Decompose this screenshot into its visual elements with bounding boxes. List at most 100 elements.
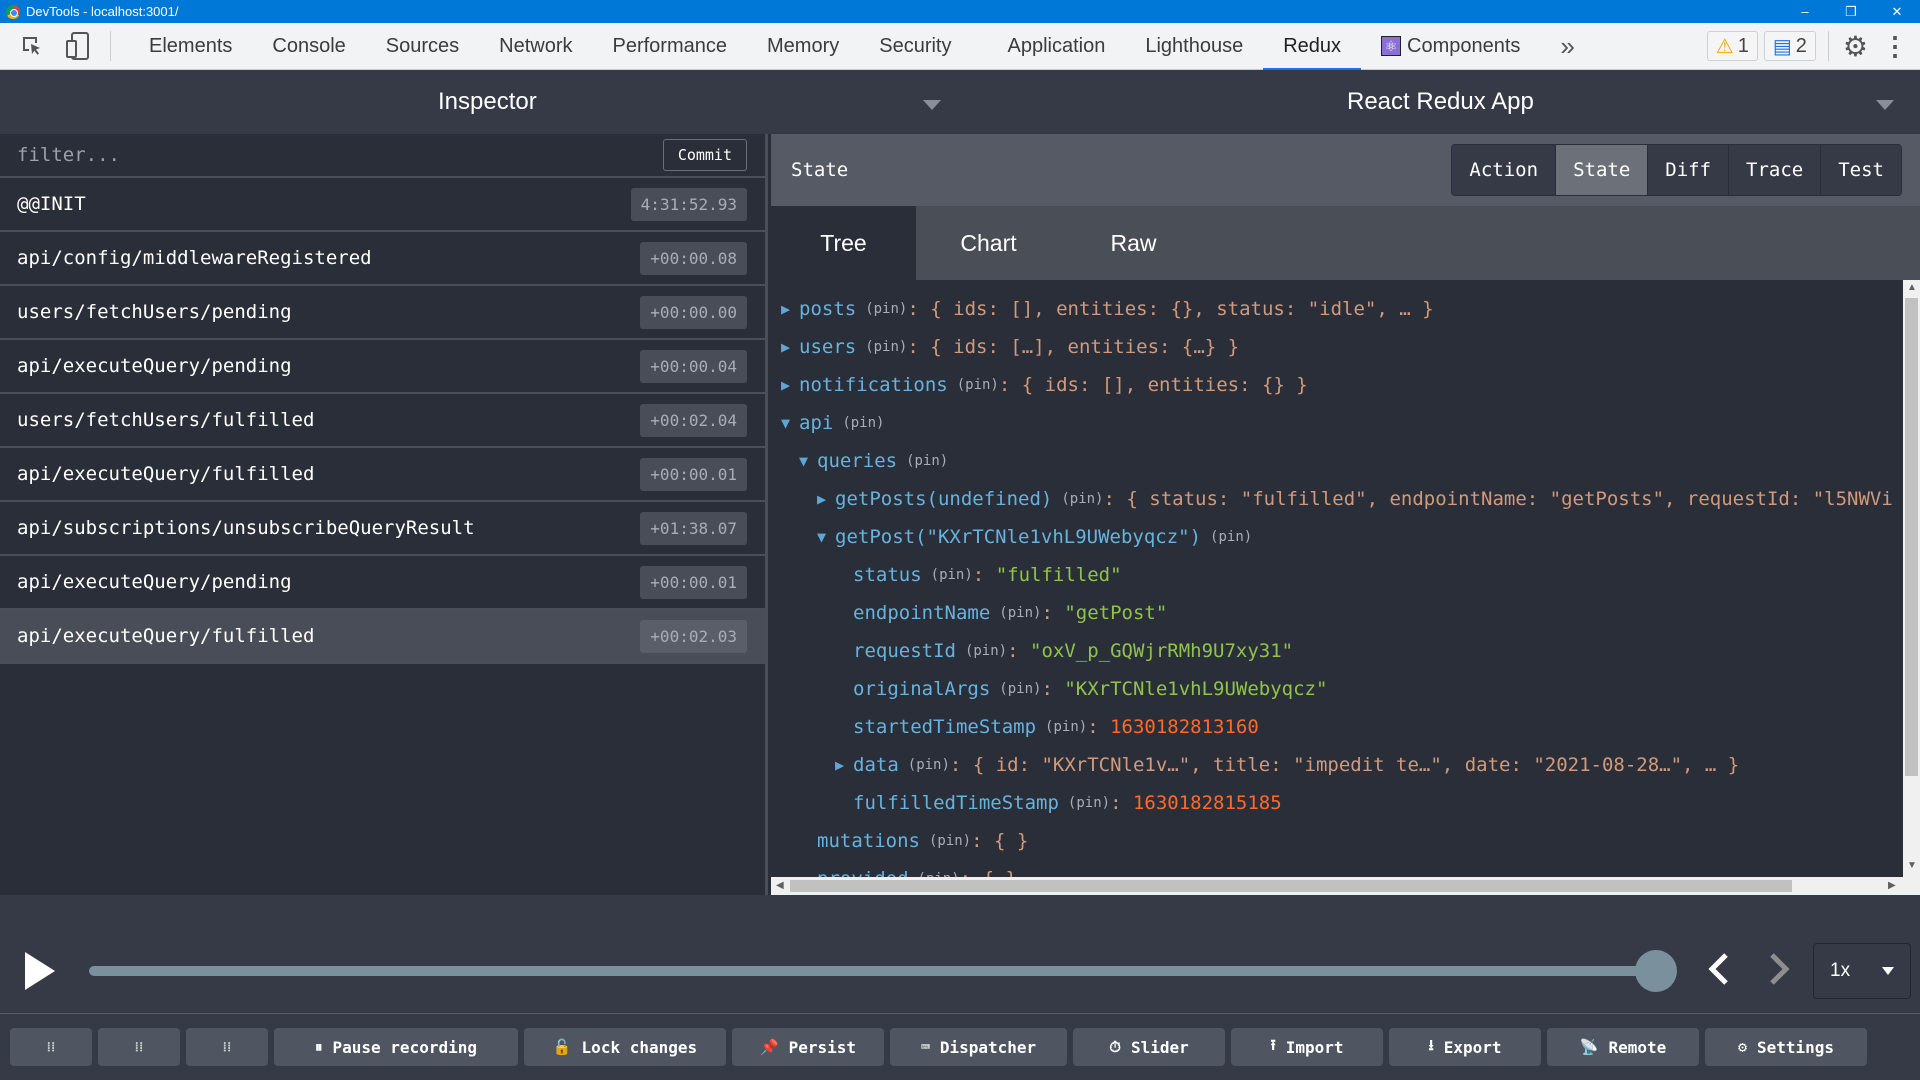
pin-link[interactable]: (pin): [906, 453, 948, 469]
tree-node[interactable]: ▶ getPosts(undefined) (pin): { status: "fu…: [771, 480, 1903, 518]
dock-right-button[interactable]: ⁞⁞: [98, 1028, 180, 1066]
tab-components[interactable]: ⚛ Components: [1361, 23, 1540, 70]
tab-security[interactable]: Security: [859, 23, 987, 70]
tab-diff[interactable]: Diff: [1647, 145, 1729, 195]
scroll-left-icon[interactable]: ◀: [776, 880, 784, 891]
action-list-item[interactable]: api/executeQuery/pending +00:00.04: [0, 340, 765, 394]
more-tabs-button[interactable]: »: [1540, 23, 1594, 70]
close-button[interactable]: ✕: [1874, 4, 1920, 20]
action-list-item[interactable]: api/config/middlewareRegistered +00:00.08: [0, 232, 765, 286]
tab-application[interactable]: Application: [987, 23, 1125, 70]
tab-test[interactable]: Test: [1820, 145, 1901, 195]
tree-node[interactable]: ▶ posts (pin): { ids: [], entities: {}, st…: [771, 290, 1903, 328]
next-action-button[interactable]: [1768, 951, 1792, 996]
scroll-down-icon[interactable]: ▼: [1907, 860, 1917, 871]
collapse-arrow-icon[interactable]: ▼: [799, 452, 817, 470]
import-button[interactable]: ⭱ Import: [1231, 1028, 1383, 1066]
tab-sources[interactable]: Sources: [366, 23, 479, 70]
playback-speed-select[interactable]: 1x: [1813, 943, 1911, 999]
action-list-item[interactable]: users/fetchUsers/pending +00:00.00: [0, 286, 765, 340]
horizontal-scrollbar[interactable]: ◀ ▶: [771, 877, 1903, 895]
messages-badge[interactable]: ▤ 2: [1763, 31, 1816, 61]
more-options-icon[interactable]: ⋮: [1882, 31, 1908, 62]
warnings-badge[interactable]: ⚠ 1: [1706, 31, 1758, 61]
vertical-scroll-thumb[interactable]: [1905, 298, 1918, 776]
slider-button[interactable]: ⏱ Slider: [1073, 1028, 1225, 1066]
minimize-button[interactable]: –: [1782, 4, 1828, 20]
pin-link[interactable]: (pin): [908, 757, 950, 773]
tab-state[interactable]: State: [1555, 145, 1648, 195]
tree-node[interactable]: ▼ getPost("KXrTCNle1vhL9UWebyqcz") (pin): [771, 518, 1903, 556]
tab-network[interactable]: Network: [479, 23, 592, 70]
expand-arrow-icon[interactable]: ▶: [781, 376, 799, 394]
tree-node[interactable]: ▶ notifications (pin): { ids: [], entities…: [771, 366, 1903, 404]
pin-link[interactable]: (pin): [1045, 719, 1087, 735]
device-toolbar-button[interactable]: [64, 32, 92, 60]
inspector-select-caret-icon[interactable]: [923, 100, 941, 110]
tab-chart[interactable]: Chart: [916, 206, 1061, 280]
pin-link[interactable]: (pin): [1210, 529, 1252, 545]
tab-raw[interactable]: Raw: [1061, 206, 1206, 280]
scroll-right-icon[interactable]: ▶: [1888, 880, 1896, 891]
tab-action[interactable]: Action: [1452, 145, 1556, 195]
restore-button[interactable]: ❐: [1828, 4, 1874, 20]
action-list-item[interactable]: api/executeQuery/fulfilled +00:02.03: [0, 610, 765, 664]
pin-link[interactable]: (pin): [999, 681, 1041, 697]
tab-performance[interactable]: Performance: [593, 23, 748, 70]
tab-memory[interactable]: Memory: [747, 23, 859, 70]
tree-node[interactable]: ▶ data (pin): { id: "KXrTCNle1v…", title: …: [771, 746, 1903, 784]
instance-select-caret-icon[interactable]: [1876, 100, 1894, 110]
commit-button[interactable]: Commit: [662, 139, 747, 171]
collapse-arrow-icon[interactable]: ▼: [817, 528, 835, 546]
tree-node[interactable]: ▼ queries (pin): [771, 442, 1903, 480]
dispatcher-button[interactable]: ⌨ Dispatcher: [890, 1028, 1067, 1066]
tab-tree[interactable]: Tree: [771, 206, 916, 280]
tab-console[interactable]: Console: [252, 23, 365, 70]
action-list-item[interactable]: api/subscriptions/unsubscribeQueryResult…: [0, 502, 765, 556]
pin-link[interactable]: (pin): [1068, 795, 1110, 811]
pin-link[interactable]: (pin): [999, 605, 1041, 621]
pin-link[interactable]: (pin): [865, 339, 907, 355]
play-icon[interactable]: [25, 952, 55, 990]
expand-arrow-icon[interactable]: ▶: [781, 338, 799, 356]
action-list-item[interactable]: api/executeQuery/pending +00:00.01: [0, 556, 765, 610]
export-button[interactable]: ⭳ Export: [1389, 1028, 1541, 1066]
tree-node[interactable]: ▼ api (pin): [771, 404, 1903, 442]
pin-link[interactable]: (pin): [931, 567, 973, 583]
expand-arrow-icon[interactable]: ▶: [835, 756, 853, 774]
tab-lighthouse[interactable]: Lighthouse: [1125, 23, 1263, 70]
dock-bottom-button[interactable]: ⁞⁞: [186, 1028, 268, 1066]
slider-track[interactable]: [89, 966, 1656, 976]
pin-link[interactable]: (pin): [965, 643, 1007, 659]
collapse-arrow-icon[interactable]: ▼: [781, 414, 799, 432]
settings-button[interactable]: ⚙ Settings: [1705, 1028, 1867, 1066]
action-list-item[interactable]: @@INIT 4:31:52.93: [0, 178, 765, 232]
remote-button[interactable]: 📡 Remote: [1547, 1028, 1699, 1066]
previous-action-button[interactable]: [1706, 951, 1730, 996]
inspect-element-button[interactable]: [18, 32, 46, 60]
horizontal-scroll-thumb[interactable]: [790, 880, 1792, 892]
scroll-up-icon[interactable]: ▲: [1907, 282, 1917, 293]
pin-link[interactable]: (pin): [929, 833, 971, 849]
dock-left-button[interactable]: ⁞⁞: [10, 1028, 92, 1066]
tab-trace[interactable]: Trace: [1728, 145, 1821, 195]
settings-gear-icon[interactable]: ⚙: [1843, 30, 1868, 63]
expand-arrow-icon[interactable]: ▶: [817, 490, 835, 508]
persist-button[interactable]: 📌 Persist: [732, 1028, 884, 1066]
action-list-item[interactable]: users/fetchUsers/fulfilled +00:02.04: [0, 394, 765, 448]
pin-link[interactable]: (pin): [842, 415, 884, 431]
pin-link[interactable]: (pin): [1061, 491, 1103, 507]
lock-changes-button[interactable]: 🔓 Lock changes: [524, 1028, 726, 1066]
pin-link[interactable]: (pin): [865, 301, 907, 317]
vertical-scrollbar[interactable]: ▲ ▼: [1903, 280, 1920, 895]
app-instance-name[interactable]: React Redux App: [1347, 88, 1534, 116]
tab-redux[interactable]: Redux: [1263, 23, 1361, 71]
pin-link[interactable]: (pin): [957, 377, 999, 393]
action-list-item[interactable]: api/executeQuery/fulfilled +00:00.01: [0, 448, 765, 502]
tab-elements[interactable]: Elements: [129, 23, 252, 70]
slider-handle[interactable]: [1635, 950, 1677, 992]
tree-node[interactable]: ▶ users (pin): { ids: […], entities: {…} }: [771, 328, 1903, 366]
filter-input[interactable]: [17, 144, 663, 166]
pause-recording-button[interactable]: ⏸ Pause recording: [274, 1028, 518, 1066]
expand-arrow-icon[interactable]: ▶: [781, 300, 799, 318]
